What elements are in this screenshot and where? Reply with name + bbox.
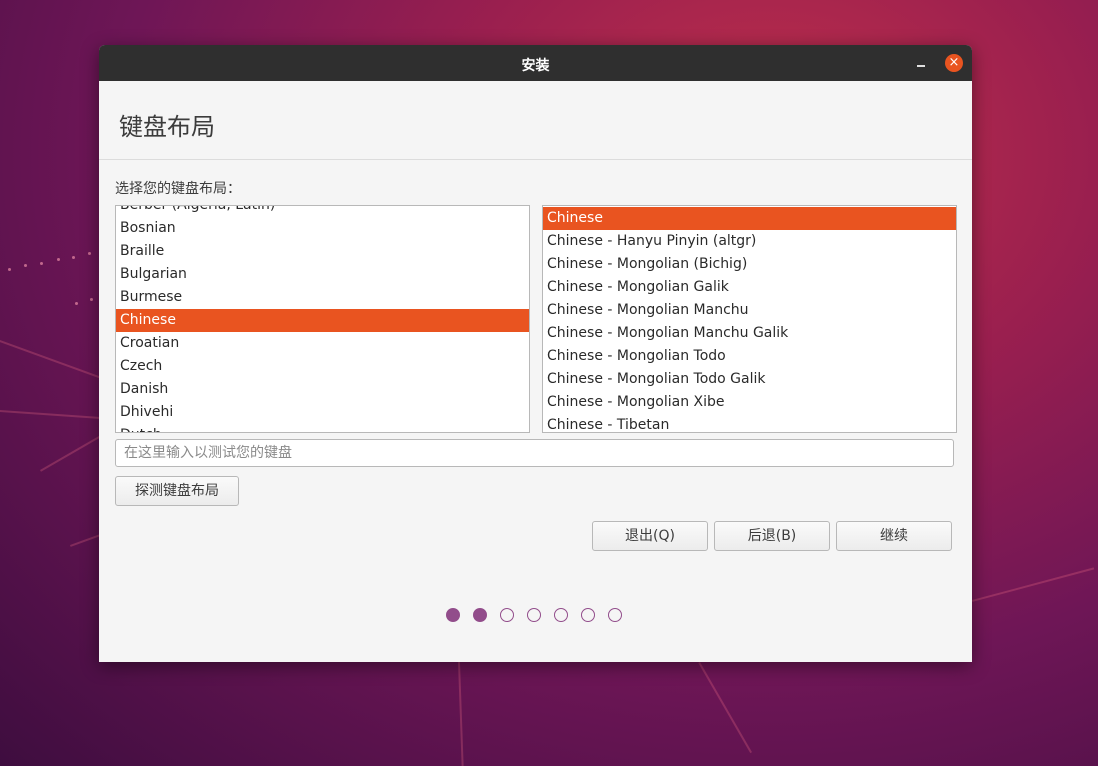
layout-list-item[interactable]: Burmese bbox=[116, 286, 529, 309]
detect-layout-button[interactable]: 探测键盘布局 bbox=[115, 476, 239, 506]
variant-list-item[interactable]: Chinese - Mongolian Manchu Galik bbox=[543, 322, 956, 345]
layout-list-item[interactable]: Bulgarian bbox=[116, 263, 529, 286]
minimize-button[interactable] bbox=[912, 51, 932, 71]
progress-step-dot bbox=[473, 608, 487, 622]
keyboard-test-input[interactable] bbox=[115, 439, 954, 467]
back-button[interactable]: 后退(B) bbox=[714, 521, 830, 551]
variant-list-item[interactable]: Chinese - Mongolian Galik bbox=[543, 276, 956, 299]
quit-button[interactable]: 退出(Q) bbox=[592, 521, 708, 551]
variant-list-item[interactable]: Chinese - Hanyu Pinyin (altgr) bbox=[543, 230, 956, 253]
variant-list-item[interactable]: Chinese - Mongolian (Bichig) bbox=[543, 253, 956, 276]
layout-list-item[interactable]: Braille bbox=[116, 240, 529, 263]
variant-list-item[interactable]: Chinese - Mongolian Manchu bbox=[543, 299, 956, 322]
layout-list-item[interactable]: Dhivehi bbox=[116, 401, 529, 424]
keyboard-variant-list[interactable]: Chinese Chinese - Hanyu Pinyin (altgr) Chi… bbox=[542, 205, 957, 433]
layout-list-item[interactable]: Danish bbox=[116, 378, 529, 401]
variant-list-item[interactable]: Chinese bbox=[543, 207, 956, 230]
layout-list-item[interactable]: Chinese bbox=[116, 309, 529, 332]
page-title: 键盘布局 bbox=[119, 113, 215, 141]
layout-list-item[interactable]: Bosnian bbox=[116, 217, 529, 240]
layout-list-item[interactable]: Czech bbox=[116, 355, 529, 378]
progress-step-dot bbox=[500, 608, 514, 622]
continue-button[interactable]: 继续 bbox=[836, 521, 952, 551]
progress-step-dot bbox=[608, 608, 622, 622]
progress-step-dot bbox=[581, 608, 595, 622]
variant-list-item[interactable]: Chinese - Tibetan bbox=[543, 414, 956, 432]
window-title: 安装 bbox=[521, 58, 550, 74]
layout-list-item[interactable]: Croatian bbox=[116, 332, 529, 355]
layout-list-item[interactable]: Dutch bbox=[116, 424, 529, 432]
window-titlebar[interactable]: 安装 × bbox=[99, 45, 972, 81]
keyboard-layout-list[interactable]: Berber (Algeria, Latin) Bosnian Braille Bul… bbox=[115, 205, 530, 433]
progress-step-dot bbox=[554, 608, 568, 622]
layout-list-item[interactable]: Berber (Algeria, Latin) bbox=[116, 206, 529, 217]
progress-step-dot bbox=[527, 608, 541, 622]
variant-list-item[interactable]: Chinese - Mongolian Todo Galik bbox=[543, 368, 956, 391]
variant-list-item[interactable]: Chinese - Mongolian Todo bbox=[543, 345, 956, 368]
layout-prompt-label: 选择您的键盘布局： bbox=[115, 181, 241, 197]
variant-list-item[interactable]: Chinese - Mongolian Xibe bbox=[543, 391, 956, 414]
close-button[interactable]: × bbox=[945, 54, 963, 72]
installer-window: 安装 × 键盘布局 选择您的键盘布局： Berber (Algeria, Lat… bbox=[99, 45, 972, 662]
progress-step-dot bbox=[446, 608, 460, 622]
page-header: 键盘布局 bbox=[99, 81, 972, 160]
